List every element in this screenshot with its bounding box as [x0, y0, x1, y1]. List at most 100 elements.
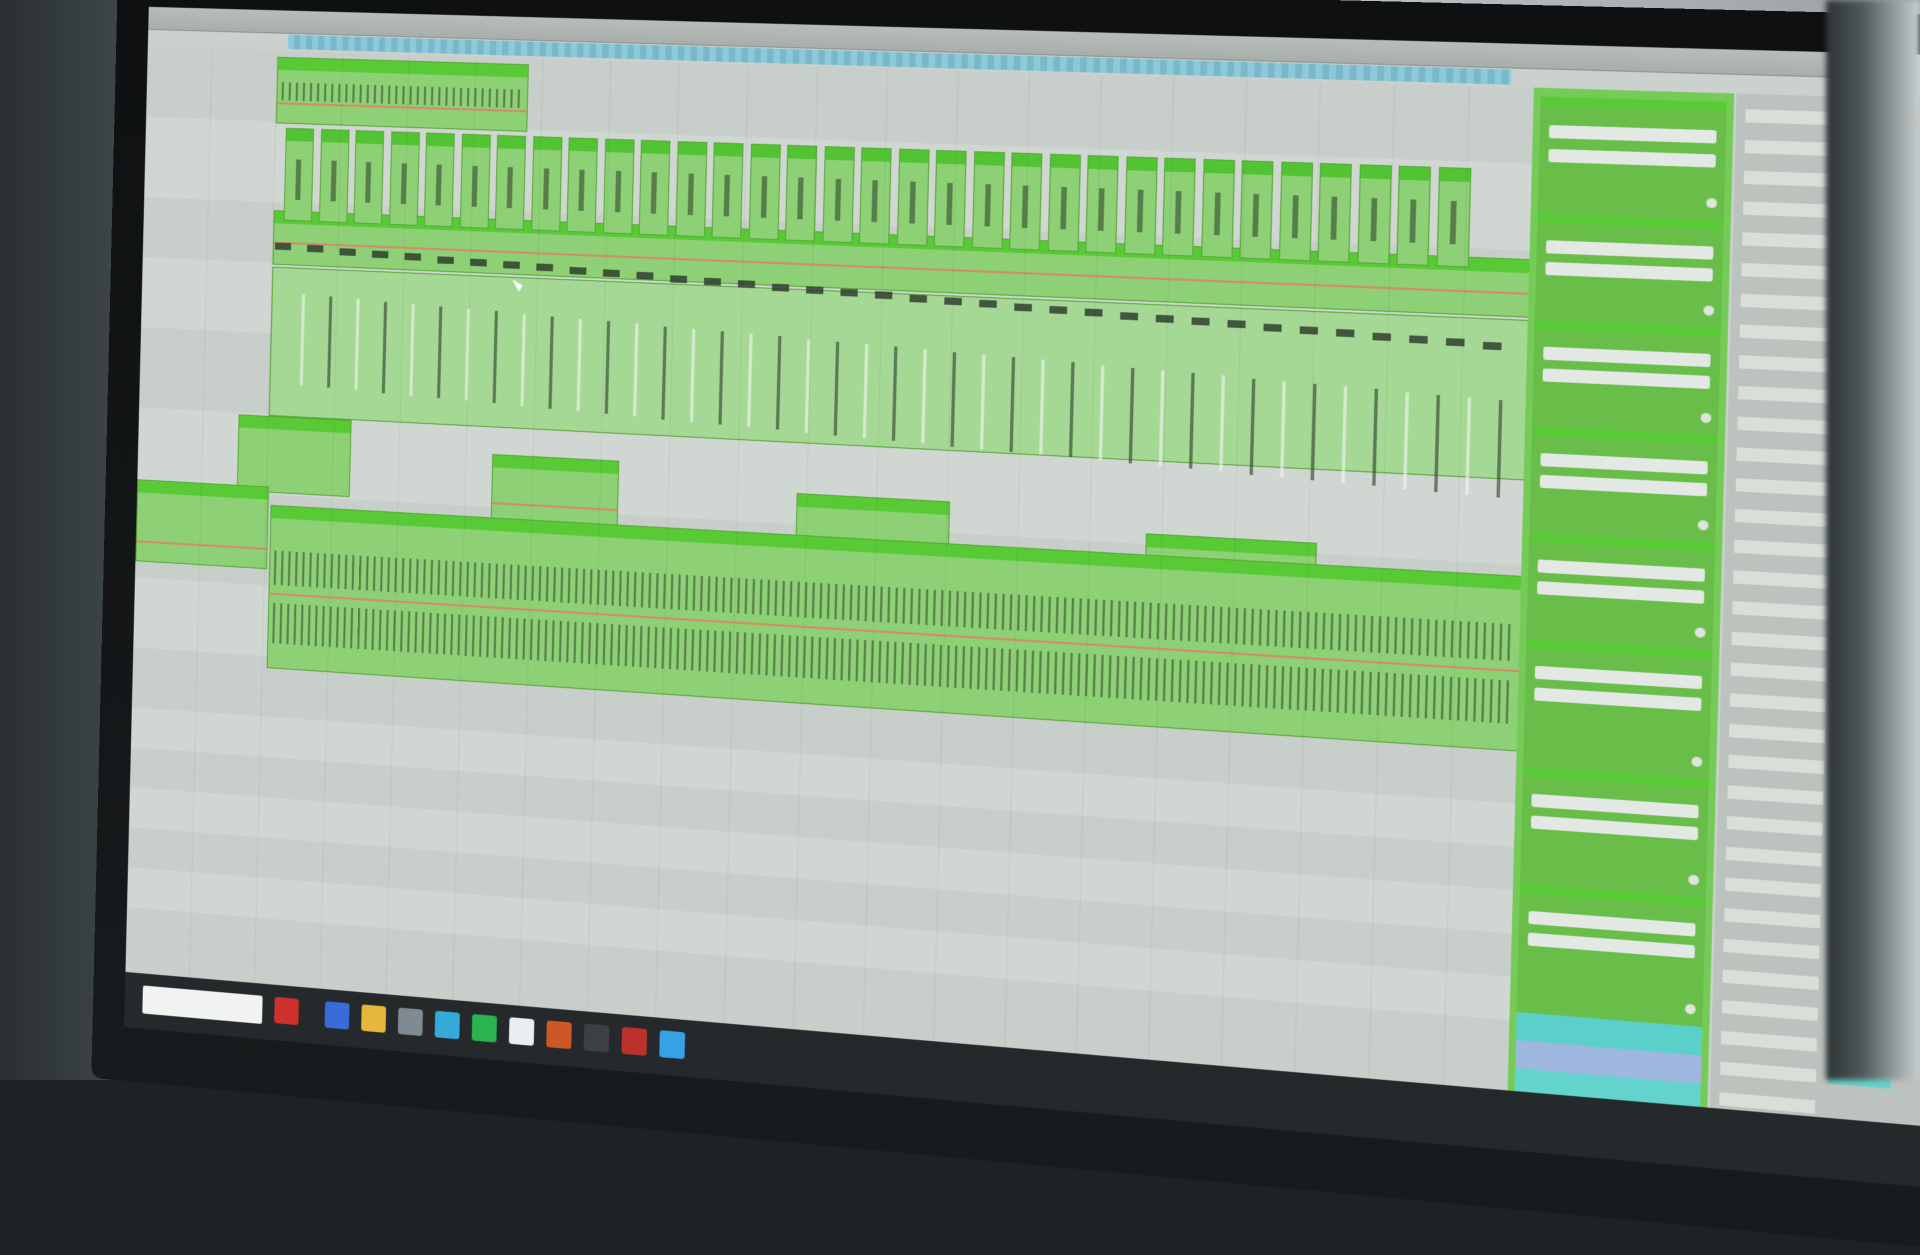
io-routing-field[interactable] [1736, 447, 1833, 466]
mixer-channel[interactable] [1523, 639, 1713, 780]
io-routing-field[interactable] [1739, 324, 1836, 342]
mixer-panel[interactable] [1506, 87, 1735, 1170]
fader[interactable] [1534, 687, 1702, 712]
ableton-icon[interactable] [546, 1020, 572, 1050]
audio-clip[interactable] [236, 414, 352, 498]
mixer-channel[interactable] [1516, 884, 1706, 1028]
audio-clip[interactable] [933, 149, 967, 248]
io-routing-field[interactable] [1741, 263, 1838, 280]
audio-clip[interactable] [318, 128, 350, 224]
audio-clip[interactable] [638, 139, 671, 236]
io-routing-field[interactable] [1726, 815, 1823, 836]
io-routing-field[interactable] [1725, 846, 1822, 867]
knob[interactable] [1688, 874, 1700, 886]
audio-clip[interactable] [388, 131, 420, 226]
chrome-icon[interactable] [324, 1001, 350, 1030]
audio-clip[interactable] [459, 133, 491, 229]
io-routing-field[interactable] [1730, 662, 1827, 682]
fader[interactable] [1545, 261, 1713, 282]
io-routing-field[interactable] [1722, 969, 1819, 991]
arrangement-view[interactable] [124, 46, 1534, 1152]
fader[interactable] [1543, 346, 1711, 368]
io-routing-field[interactable] [1737, 416, 1834, 435]
live-icon[interactable] [583, 1023, 610, 1053]
io-routing-field[interactable] [1742, 201, 1840, 219]
io-routing-field[interactable] [1734, 508, 1831, 528]
mixer-channel[interactable] [1520, 767, 1709, 898]
folder-icon[interactable] [361, 1004, 387, 1033]
io-routing-field[interactable] [1727, 785, 1824, 806]
io-routing-field[interactable] [1720, 1030, 1817, 1052]
audio-clip[interactable] [135, 479, 270, 570]
knob[interactable] [1703, 305, 1715, 316]
audio-clip[interactable] [494, 134, 527, 231]
audio-clip[interactable] [1356, 164, 1392, 265]
io-routing-field[interactable] [1724, 877, 1822, 898]
audio-clip[interactable] [1085, 155, 1119, 254]
audio-clip[interactable] [784, 144, 818, 242]
fader[interactable] [1542, 368, 1711, 390]
record-icon[interactable] [274, 996, 299, 1026]
io-routing-field[interactable] [1724, 908, 1821, 929]
audio-clip[interactable] [275, 56, 529, 132]
audio-clip[interactable] [423, 132, 455, 228]
io-routing-field[interactable] [1731, 631, 1828, 651]
fader[interactable] [1537, 559, 1705, 582]
io-routing-field[interactable] [1729, 693, 1827, 713]
audio-clip[interactable] [711, 142, 744, 239]
audio-clip[interactable] [1435, 166, 1471, 268]
io-routing-field[interactable] [1733, 570, 1830, 589]
audio-clip[interactable] [748, 143, 781, 241]
mixer-channel[interactable] [1534, 213, 1724, 329]
audio-clip[interactable] [1239, 160, 1274, 260]
knob[interactable] [1706, 198, 1718, 209]
knob[interactable] [1684, 1003, 1696, 1015]
mixer-channel[interactable] [1532, 320, 1721, 436]
spotify-icon[interactable] [471, 1013, 498, 1043]
audio-clip[interactable] [1047, 153, 1081, 253]
knob[interactable] [1700, 412, 1712, 424]
audio-clip[interactable] [1009, 152, 1043, 251]
audio-clip[interactable] [353, 130, 385, 225]
taskbar-search[interactable] [142, 985, 263, 1025]
audio-clip[interactable] [602, 138, 635, 235]
io-routing-field[interactable] [1742, 232, 1839, 250]
knob[interactable] [1694, 627, 1706, 638]
io-routing-field[interactable] [1738, 355, 1836, 373]
io-routing-field[interactable] [1729, 723, 1826, 744]
io-routing-field[interactable] [1723, 938, 1820, 960]
files-icon[interactable] [397, 1007, 423, 1037]
audio-clip[interactable] [896, 148, 930, 247]
knob[interactable] [1691, 756, 1703, 768]
io-routing-field[interactable] [1732, 601, 1829, 620]
mixer-channel[interactable] [1529, 426, 1719, 543]
audio-clip[interactable] [1161, 157, 1196, 257]
fader[interactable] [1548, 148, 1716, 168]
io-routing-field[interactable] [1738, 385, 1835, 404]
audio-clip[interactable] [821, 146, 855, 244]
io-routing-field[interactable] [1728, 754, 1825, 775]
io-routing-field[interactable] [1733, 539, 1831, 559]
audio-clip[interactable] [1396, 165, 1432, 266]
audio-clip[interactable] [1278, 161, 1313, 262]
audio-clip[interactable] [971, 151, 1005, 250]
audio-clip[interactable] [283, 127, 315, 222]
audio-clip[interactable] [1123, 156, 1158, 256]
fader[interactable] [1528, 910, 1696, 937]
knob[interactable] [1697, 520, 1709, 531]
audio-clip[interactable] [1200, 158, 1235, 259]
check-icon[interactable] [508, 1017, 535, 1046]
fader[interactable] [1534, 665, 1703, 690]
fader[interactable] [1548, 125, 1717, 144]
fader[interactable] [1540, 453, 1708, 475]
fader[interactable] [1527, 932, 1695, 959]
app-icon[interactable] [434, 1010, 460, 1040]
io-routing-field[interactable] [1721, 1000, 1818, 1021]
audio-clip[interactable] [1317, 162, 1352, 263]
red-app-icon[interactable] [621, 1026, 648, 1056]
audio-clip[interactable] [674, 141, 707, 238]
audio-clip[interactable] [858, 147, 892, 245]
mixer-channel[interactable] [1537, 96, 1727, 221]
io-routing-field[interactable] [1740, 293, 1837, 311]
fader[interactable] [1530, 815, 1699, 841]
